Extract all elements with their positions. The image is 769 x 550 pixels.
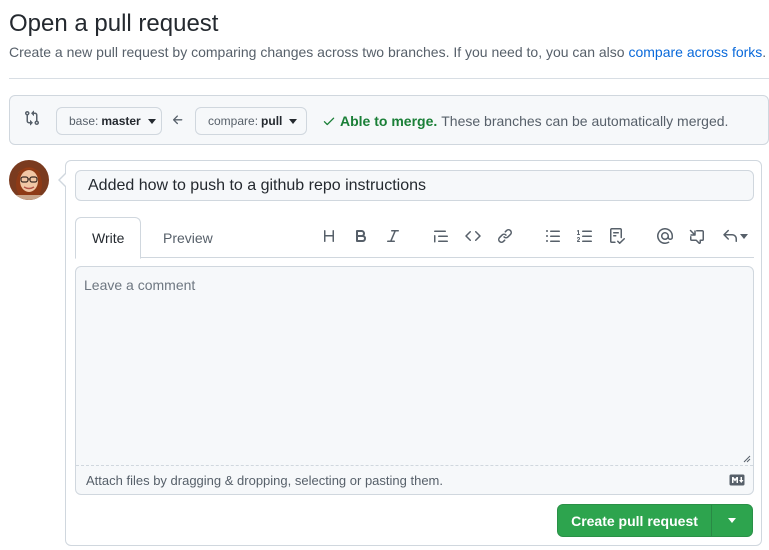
title-input[interactable]: Added how to push to a github repo instr…: [75, 170, 754, 201]
avatar[interactable]: [9, 160, 49, 200]
header-divider: [9, 78, 769, 79]
compare-prefix: compare:: [208, 114, 259, 128]
task-list-icon[interactable]: [608, 227, 626, 245]
markdown-icon[interactable]: [729, 474, 745, 486]
quote-icon[interactable]: [432, 227, 450, 245]
cross-reference-icon[interactable]: [688, 227, 706, 245]
heading-icon[interactable]: [320, 227, 338, 245]
compare-bar: base: master compare: pull Able to merge…: [9, 95, 769, 145]
chevron-down-icon: [740, 233, 748, 239]
compare-branch-name: pull: [261, 114, 283, 128]
create-pull-request-button[interactable]: Create pull request: [557, 504, 753, 537]
subtitle-period: .: [762, 44, 767, 60]
tab-preview[interactable]: Preview: [147, 217, 227, 258]
link-icon[interactable]: [496, 227, 514, 245]
git-compare-icon: [24, 110, 42, 128]
compare-across-forks-link[interactable]: compare across forks: [628, 44, 762, 60]
comment-textarea[interactable]: [76, 267, 753, 465]
code-icon[interactable]: [464, 227, 482, 245]
bold-icon[interactable]: [352, 227, 370, 245]
ordered-list-icon[interactable]: [576, 227, 594, 245]
create-pull-request-label[interactable]: Create pull request: [558, 505, 712, 536]
italic-icon[interactable]: [384, 227, 402, 245]
merge-ok-text: Able to merge.: [340, 113, 438, 129]
merge-detail-text: These branches can be automatically merg…: [441, 113, 729, 129]
unordered-list-icon[interactable]: [544, 227, 562, 245]
chevron-down-icon: [147, 118, 156, 124]
mention-icon[interactable]: [656, 227, 674, 245]
attach-files-text: Attach files by dragging & dropping, sel…: [86, 473, 443, 488]
compare-branch-button[interactable]: compare: pull: [195, 107, 307, 135]
merge-status: Able to merge. These branches can be aut…: [322, 113, 728, 129]
tab-write[interactable]: Write: [75, 217, 141, 259]
check-icon: [323, 117, 335, 126]
base-branch-name: master: [101, 114, 141, 128]
comment-box: Attach files by dragging & dropping, sel…: [75, 266, 754, 495]
chevron-down-icon: [728, 518, 736, 523]
base-prefix: base:: [69, 114, 99, 128]
page-subtitle: Create a new pull request by comparing c…: [9, 44, 766, 60]
subtitle-text: Create a new pull request by comparing c…: [9, 44, 629, 60]
pull-request-form: Added how to push to a github repo instr…: [58, 160, 762, 546]
base-branch-button[interactable]: base: master: [56, 107, 162, 135]
editor-tabs: Write Preview: [75, 217, 754, 259]
create-options-dropdown[interactable]: [712, 505, 752, 536]
page-title: Open a pull request: [9, 10, 219, 37]
arrow-left-icon: [171, 113, 185, 127]
saved-replies-icon[interactable]: [720, 227, 750, 245]
resize-grip-icon[interactable]: [743, 455, 751, 463]
chevron-down-icon: [289, 118, 298, 124]
attach-files-bar[interactable]: Attach files by dragging & dropping, sel…: [76, 465, 753, 494]
